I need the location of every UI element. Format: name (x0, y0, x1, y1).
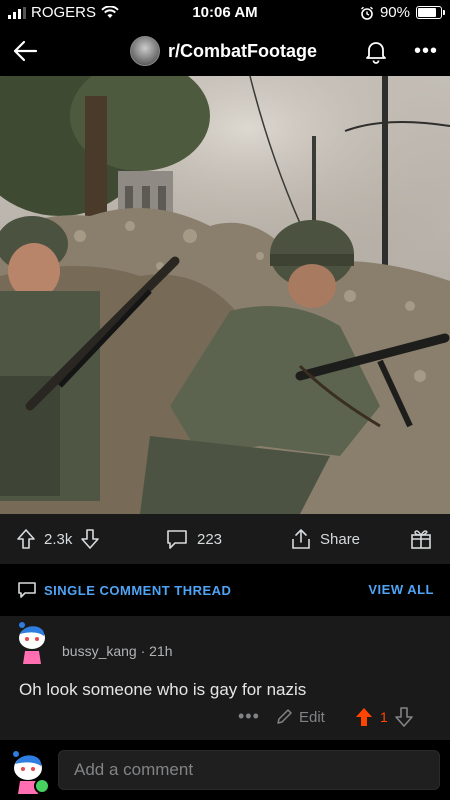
comment-more-icon[interactable]: ••• (238, 706, 260, 727)
top-navigation: r/CombatFootage ••• (0, 26, 450, 76)
single-thread-text: SINGLE COMMENT THREAD (44, 582, 232, 598)
comment-meta: bussy_kang · 21h (62, 643, 173, 659)
subreddit-avatar (130, 36, 160, 66)
battery-percent: 90% (379, 4, 410, 21)
comment-actions: ••• Edit 1 (0, 706, 450, 736)
comment-bubble-icon (18, 582, 36, 598)
downvote-arrow-icon[interactable] (80, 528, 100, 550)
comment-card: bussy_kang · 21h Oh look someone who is … (0, 616, 450, 740)
single-thread-label[interactable]: SINGLE COMMENT THREAD (16, 580, 231, 600)
edit-label: Edit (299, 708, 325, 726)
view-all-button[interactable]: VIEW ALL (368, 582, 434, 597)
soldiers-photo (0, 76, 450, 514)
upvote-arrow-icon[interactable] (16, 528, 36, 550)
alarm-icon (361, 6, 373, 20)
meta-separator: · (140, 643, 150, 659)
more-options-icon[interactable]: ••• (414, 40, 438, 63)
edit-button[interactable]: Edit (275, 708, 325, 726)
status-bar: ROGERS 10:06 AM 90% (0, 0, 450, 26)
comment-bubble-icon (167, 530, 187, 549)
comment-score: 1 (380, 709, 388, 725)
post-action-bar: 2.3k 223 Share (0, 514, 450, 564)
comment-username[interactable]: bussy_kang (62, 643, 137, 659)
downvote-arrow-icon[interactable] (394, 706, 414, 728)
single-comment-thread-bar: SINGLE COMMENT THREAD VIEW ALL (0, 564, 450, 616)
comment-age: 21h (149, 643, 173, 659)
subreddit-header[interactable]: r/CombatFootage (130, 36, 317, 66)
add-comment-input[interactable] (58, 750, 440, 790)
comment-vote-group: 1 (354, 706, 414, 728)
battery-icon (416, 6, 445, 19)
award-gift-icon[interactable] (410, 528, 432, 550)
back-arrow-icon[interactable] (10, 36, 40, 66)
upvote-arrow-icon[interactable] (354, 706, 374, 728)
vote-group: 2.3k (16, 528, 100, 550)
share-button[interactable]: Share (290, 528, 360, 550)
pencil-icon (277, 709, 292, 724)
online-status-dot (34, 778, 50, 794)
subreddit-name: r/CombatFootage (168, 40, 318, 61)
bell-icon[interactable] (362, 37, 390, 65)
comment-text: Oh look someone who is gay for nazis (19, 680, 307, 699)
share-icon (292, 529, 310, 549)
user-avatar[interactable] (14, 622, 50, 666)
comment-count: 223 (197, 530, 223, 548)
comment-composer (0, 740, 450, 800)
post-image[interactable] (0, 76, 450, 514)
status-right: 90% (360, 4, 445, 21)
upvote-count: 2.3k (44, 530, 73, 548)
comments-button[interactable]: 223 (165, 528, 222, 550)
share-label: Share (320, 530, 361, 548)
